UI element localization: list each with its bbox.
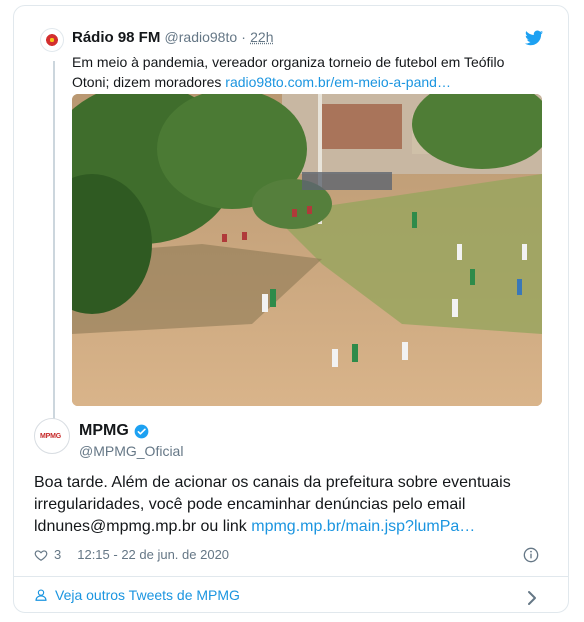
author-handle[interactable]: @MPMG_Oficial (79, 443, 183, 459)
header-separator: · (241, 29, 246, 45)
footer-divider (14, 576, 568, 577)
verified-icon (134, 424, 149, 438)
tweet-timestamp[interactable]: 12:15 - 22 de jun. de 2020 (77, 547, 229, 562)
quoted-author-name[interactable]: Rádio 98 FM (72, 29, 160, 46)
avatar-mpmg[interactable]: MPMG (34, 418, 70, 454)
mpmg-logo-text: MPMG (40, 433, 61, 440)
author-block: MPMG @MPMG_Oficial (79, 422, 183, 459)
soccer-field-photo (72, 94, 542, 406)
quoted-tweet-time[interactable]: 22h (250, 29, 273, 45)
person-icon (35, 589, 47, 601)
author-name-row[interactable]: MPMG (79, 422, 183, 440)
tweet-photo[interactable] (72, 94, 542, 406)
quoted-tweet-link[interactable]: radio98to.com.br/em-meio-a-pand… (225, 74, 451, 90)
embedded-tweet-card: Rádio 98 FM @radio98to · 22h Em meio à p… (13, 5, 569, 613)
like-count[interactable]: 3 (54, 547, 61, 562)
author-name[interactable]: MPMG (79, 422, 129, 440)
flower-logo-icon (46, 34, 58, 46)
quoted-tweet-header: Rádio 98 FM @radio98to · 22h (72, 29, 274, 46)
twitter-bird-icon[interactable] (525, 30, 543, 46)
quoted-tweet-text: Em meio à pandemia, vereador organiza to… (72, 52, 512, 92)
heart-icon[interactable] (34, 548, 48, 562)
tweet-text: Boa tarde. Além de acionar os canais da … (34, 472, 554, 538)
info-icon[interactable] (523, 547, 539, 563)
thread-line (53, 61, 55, 423)
mpmg-logo-icon: MPMG (40, 433, 61, 440)
more-tweets-link[interactable]: Veja outros Tweets de MPMG (34, 587, 240, 603)
more-tweets-label[interactable]: Veja outros Tweets de MPMG (55, 587, 240, 603)
avatar-radio98[interactable] (40, 28, 64, 52)
quoted-author-handle[interactable]: @radio98to (165, 29, 238, 45)
tweet-meta: 3 12:15 - 22 de jun. de 2020 (34, 547, 229, 562)
chevron-right-icon[interactable] (527, 590, 537, 606)
tweet-link[interactable]: mpmg.mp.br/main.jsp?lumPa… (251, 518, 475, 535)
